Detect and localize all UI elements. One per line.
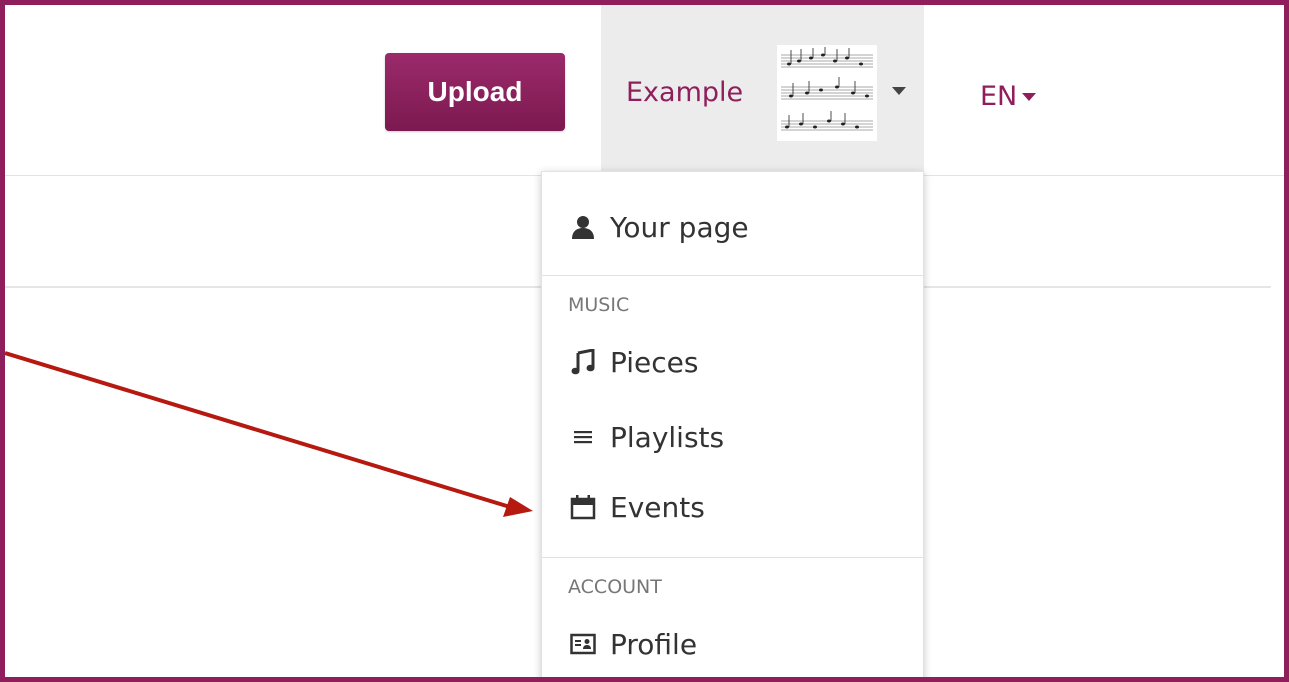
list-icon xyxy=(568,422,598,452)
person-icon xyxy=(568,212,598,242)
menu-divider xyxy=(542,557,923,558)
menu-item-pieces[interactable]: Pieces xyxy=(542,334,923,390)
menu-item-label: Pieces xyxy=(610,345,699,379)
calendar-icon xyxy=(568,492,598,522)
user-name: Example xyxy=(626,77,744,108)
arrow-head-icon xyxy=(503,497,533,517)
id-card-icon xyxy=(568,629,598,659)
menu-item-label: Playlists xyxy=(610,420,725,454)
user-menu-toggle[interactable]: Example xyxy=(601,5,924,175)
language-selector[interactable]: EN xyxy=(980,81,1037,112)
menu-item-label: Profile xyxy=(610,627,698,661)
menu-item-events[interactable]: Events xyxy=(542,479,923,535)
menu-item-label: Events xyxy=(610,490,705,524)
menu-item-label: Your page xyxy=(610,210,749,244)
menu-section-music: MUSIC xyxy=(568,294,630,316)
chevron-down-icon xyxy=(892,87,906,95)
menu-item-your-page[interactable]: Your page xyxy=(542,199,923,255)
chevron-down-icon xyxy=(1022,92,1037,101)
menu-item-playlists[interactable]: Playlists xyxy=(542,409,923,465)
upload-button[interactable]: Upload xyxy=(385,53,565,131)
music-note-icon xyxy=(568,347,598,377)
user-dropdown-menu: Your page MUSIC Pieces Playlists Events … xyxy=(541,171,924,677)
sheet-music-thumbnail-icon xyxy=(781,47,873,131)
avatar xyxy=(777,45,877,141)
screen-frame: Upload Example EN Your page MUSIC Pieces… xyxy=(0,0,1289,682)
top-navbar: Upload Example EN xyxy=(5,5,1284,176)
menu-item-profile[interactable]: Profile xyxy=(542,616,923,672)
menu-divider xyxy=(542,275,923,276)
language-label: EN xyxy=(980,81,1018,112)
menu-section-account: ACCOUNT xyxy=(568,576,662,598)
